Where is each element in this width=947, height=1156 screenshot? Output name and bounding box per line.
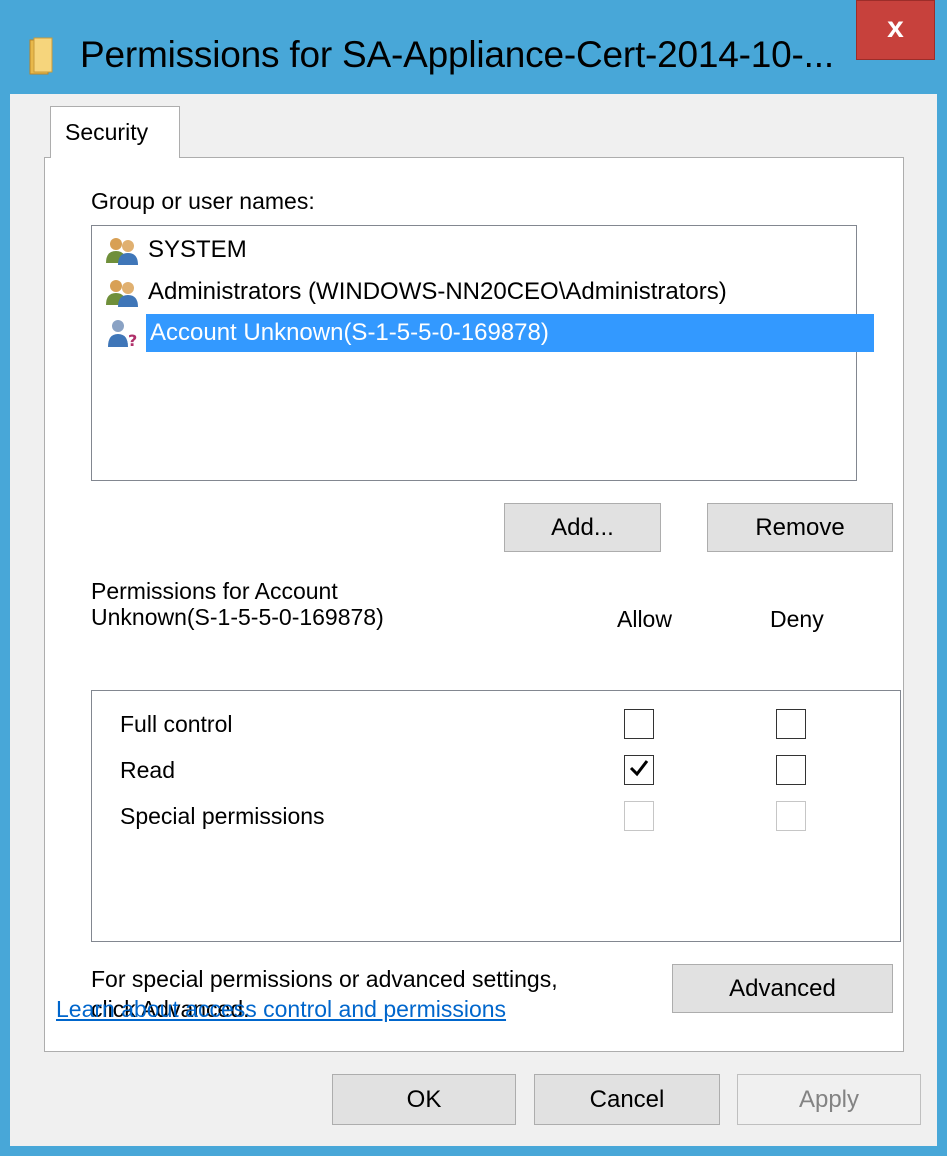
- add-button[interactable]: Add...: [504, 503, 661, 552]
- svg-text:?: ?: [128, 331, 137, 347]
- list-item-label: Account Unknown(S-1-5-5-0-169878): [146, 314, 874, 352]
- users-group-icon: [106, 238, 138, 265]
- dialog-client-area: Security Group or user names: SYSTEM Adm…: [10, 94, 937, 1146]
- permissions-window: Permissions for SA-Appliance-Cert-2014-1…: [0, 0, 947, 1156]
- perm-name: Special permissions: [120, 803, 325, 829]
- folder-icon: [29, 37, 53, 75]
- list-item-label: SYSTEM: [148, 236, 247, 263]
- list-item-account-unknown[interactable]: ? Account Unknown(S-1-5-5-0-169878): [104, 314, 874, 352]
- tab-security[interactable]: Security: [50, 106, 180, 158]
- advanced-button[interactable]: Advanced: [672, 964, 893, 1013]
- users-group-icon: [106, 280, 138, 307]
- security-tab-panel: Group or user names: SYSTEM Administrato…: [44, 157, 904, 1052]
- allow-special-checkbox: [624, 801, 654, 831]
- group-list-label: Group or user names:: [91, 188, 315, 214]
- deny-column-header: Deny: [770, 606, 824, 632]
- remove-button[interactable]: Remove: [707, 503, 893, 552]
- list-item-label: Administrators (WINDOWS-NN20CEO\Administ…: [148, 278, 727, 305]
- perm-name: Full control: [120, 711, 233, 737]
- cancel-button[interactable]: Cancel: [534, 1074, 720, 1125]
- close-button[interactable]: x: [856, 0, 935, 60]
- list-item-administrators[interactable]: Administrators (WINDOWS-NN20CEO\Administ…: [104, 274, 854, 310]
- list-item-system[interactable]: SYSTEM: [104, 232, 854, 268]
- group-user-listbox[interactable]: SYSTEM Administrators (WINDOWS-NN20CEO\A…: [91, 225, 874, 481]
- learn-more-link[interactable]: Learn about access control and permissio…: [56, 996, 506, 1023]
- permissions-list: Full control Read Special permissions: [91, 690, 901, 942]
- tab-security-label: Security: [65, 119, 149, 145]
- deny-special-checkbox: [776, 801, 806, 831]
- permissions-label-line1: Permissions for Account: [91, 578, 338, 604]
- permissions-label-line2: Unknown(S-1-5-5-0-169878): [91, 604, 384, 630]
- unknown-user-icon: ?: [108, 320, 137, 347]
- deny-read-checkbox[interactable]: [776, 755, 806, 785]
- advanced-hint-line1: For special permissions or advanced sett…: [91, 966, 558, 992]
- deny-full-control-checkbox[interactable]: [776, 709, 806, 739]
- window-title: Permissions for SA-Appliance-Cert-2014-1…: [80, 34, 834, 75]
- close-icon: x: [887, 11, 904, 44]
- perm-row-special: Special permissions: [92, 795, 900, 839]
- allow-full-control-checkbox[interactable]: [624, 709, 654, 739]
- ok-button[interactable]: OK: [332, 1074, 516, 1125]
- title-bar[interactable]: Permissions for SA-Appliance-Cert-2014-1…: [0, 0, 947, 96]
- apply-button[interactable]: Apply: [737, 1074, 921, 1125]
- allow-read-checkbox[interactable]: [624, 755, 654, 785]
- perm-row-full-control: Full control: [92, 703, 900, 747]
- allow-column-header: Allow: [617, 606, 672, 632]
- checkmark-icon: [629, 760, 649, 777]
- permissions-label: Permissions for Account Unknown(S-1-5-5-…: [91, 578, 384, 630]
- perm-row-read: Read: [92, 749, 900, 793]
- perm-name: Read: [120, 757, 175, 783]
